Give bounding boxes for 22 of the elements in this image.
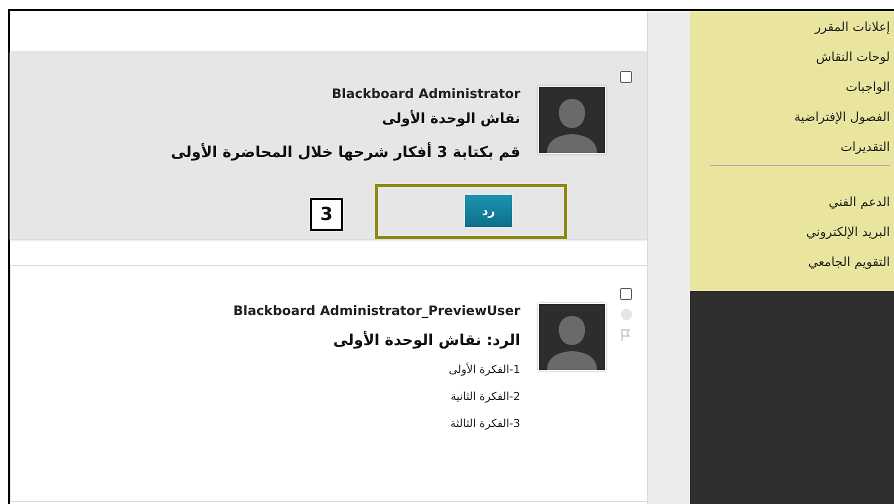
reply-button[interactable]: رد xyxy=(465,195,512,227)
menu-item[interactable]: الدعم الفني xyxy=(690,192,890,222)
checkbox[interactable] xyxy=(620,71,632,83)
author-name: Blackboard Administrator_PreviewUser xyxy=(233,304,520,319)
author-name: Blackboard Administrator xyxy=(330,87,520,102)
menu-item[interactable]: التقويم الجامعي xyxy=(690,252,890,282)
menu-item[interactable]: التقديرات xyxy=(690,137,890,167)
menu-item[interactable]: لوحات النقاش xyxy=(690,47,890,77)
post-text: 1-الفكرة الأولى xyxy=(448,363,520,376)
post-title: الرد: نقاش الوحدة الأولى xyxy=(332,331,520,349)
menu-item[interactable]: الواجبات xyxy=(690,77,890,107)
menu-item[interactable]: البريد الإلكتروني xyxy=(690,222,890,252)
checkbox[interactable] xyxy=(620,288,632,300)
step-number: 3 xyxy=(310,198,343,231)
menu-item[interactable]: الفصول الإفتراضية xyxy=(690,107,890,137)
avatar-icon xyxy=(538,303,606,371)
avatar-icon xyxy=(538,86,606,154)
post-text: 2-الفكرة الثانية xyxy=(450,390,520,403)
post-title: نقاش الوحدة الأولى xyxy=(381,111,520,127)
post-text: قم بكتابة 3 أفكار شرحها خلال المحاضرة الأولى xyxy=(170,143,520,161)
menu-item[interactable]: إعلانات المقرر xyxy=(690,17,890,47)
post-text: 3-الفكرة الثالثة xyxy=(449,417,520,430)
